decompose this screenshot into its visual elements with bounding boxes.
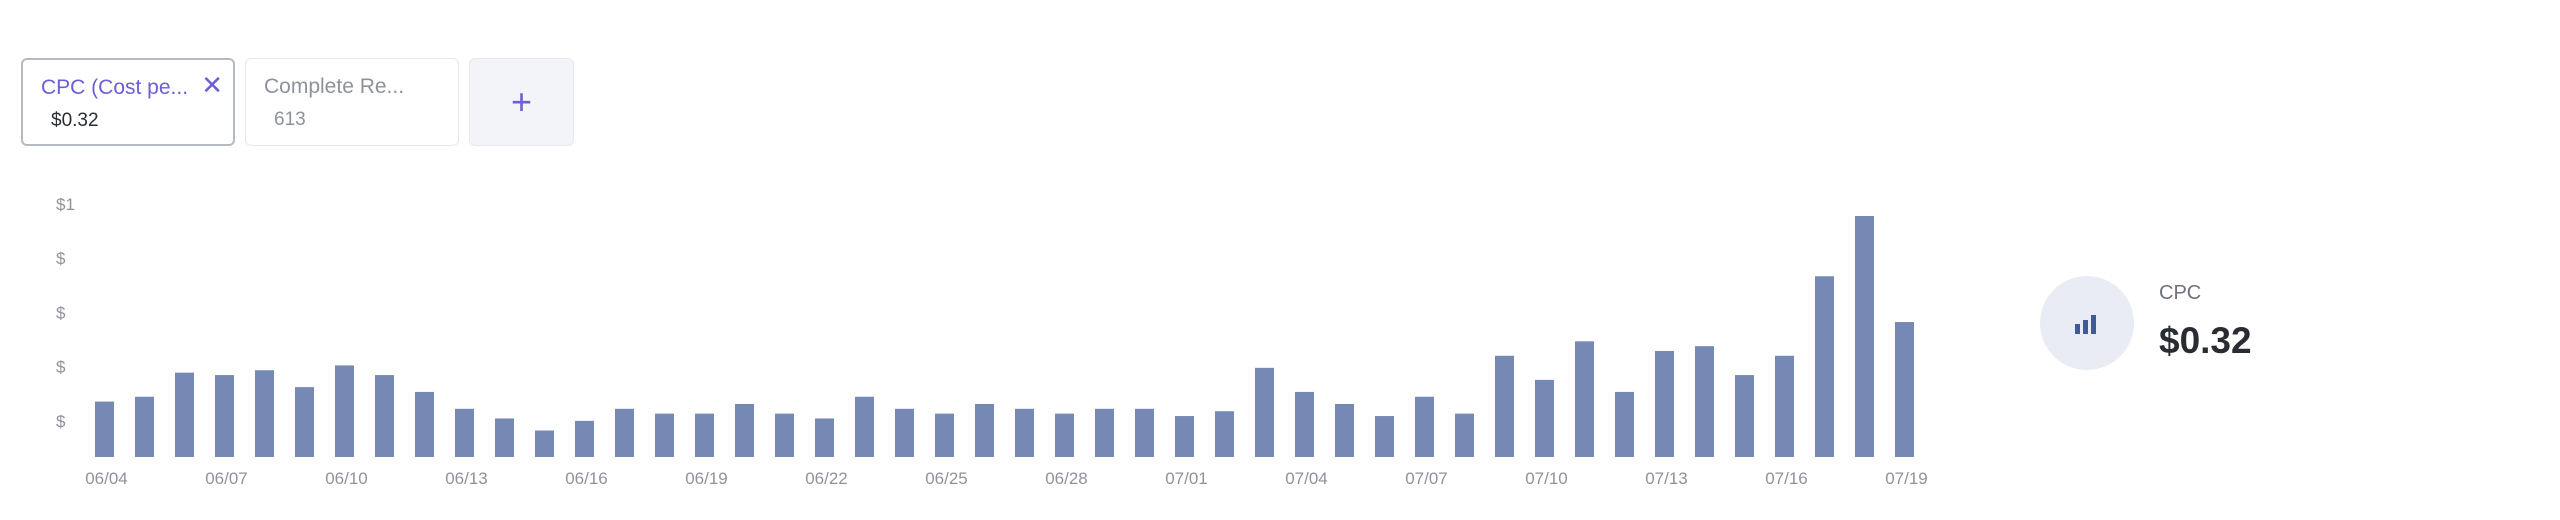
x-tick-label: 06/04 [85,469,128,488]
bar-06-09 [295,387,314,457]
bar-06-04 [95,401,114,457]
bar-07-17 [1815,276,1834,457]
metric-selector: CPC (Cost pe... ✕ $0.32 Complete Re... 6… [21,58,574,146]
bar-07-18 [1855,216,1874,457]
x-tick-label: 07/13 [1645,469,1688,488]
bar-06-14 [495,418,514,457]
bar-06-22 [815,418,834,457]
bar-06-08 [255,370,274,457]
bar-06-30 [1135,408,1154,457]
bar-07-09 [1495,355,1514,457]
bar-06-21 [775,413,794,457]
metric-card-value: $0.32 [51,110,99,131]
close-icon[interactable]: ✕ [201,72,223,98]
y-tick-label: $ [56,249,66,268]
bar-06-19 [695,413,714,457]
bar-chart: $1 $ $ $ $06/04 06/07 06/10 06/13 06/16 06/19 06/2… [56,195,1928,488]
x-tick-label: 06/10 [325,469,368,488]
bar-07-07 [1415,396,1434,457]
bar-06-29 [1095,408,1114,457]
x-tick-label: 07/10 [1525,469,1568,488]
bar-07-08 [1455,413,1474,457]
bar-06-06 [175,372,194,457]
bar-07-19 [1895,322,1914,457]
bar-06-25 [935,413,954,457]
bar-07-03 [1255,367,1274,457]
metric-card-cpc[interactable]: CPC (Cost pe... ✕ $0.32 [21,58,235,146]
bar-07-14 [1695,346,1714,457]
x-tick-label: 07/04 [1285,469,1328,488]
y-tick-label: $ [56,303,66,322]
bar-07-12 [1615,391,1634,457]
x-tick-label: 06/19 [685,469,728,488]
bar-06-27 [1015,408,1034,457]
bar-07-06 [1375,416,1394,457]
x-tick-label: 07/01 [1165,469,1208,488]
y-tick-label: $1 [56,195,75,214]
bar-07-01 [1175,416,1194,457]
bar-06-11 [375,375,394,457]
x-tick-label: 07/19 [1885,469,1928,488]
y-tick-label: $ [56,412,66,431]
metric-card-value: 613 [274,109,306,130]
summary-value: $0.32 [2159,320,2252,361]
bar-06-16 [575,420,594,457]
bar-06-12 [415,391,434,457]
bar-07-04 [1295,391,1314,457]
x-tick-label: 06/13 [445,469,488,488]
bar-06-10 [335,365,354,457]
bar-06-13 [455,408,474,457]
x-tick-label: 06/25 [925,469,968,488]
x-tick-label: 07/16 [1765,469,1808,488]
bar-07-02 [1215,411,1234,457]
plus-icon: + [510,81,533,122]
bar-06-07 [215,375,234,457]
bar-06-15 [535,430,554,457]
bar-06-20 [735,403,754,457]
bar-07-10 [1535,379,1554,457]
x-tick-label: 06/28 [1045,469,1088,488]
x-tick-label: 06/07 [205,469,248,488]
bar-07-16 [1775,355,1794,457]
x-tick-label: 07/07 [1405,469,1448,488]
bar-07-15 [1735,375,1754,457]
bar-06-17 [615,408,634,457]
bar-06-28 [1055,413,1074,457]
bar-07-13 [1655,350,1674,457]
x-tick-label: 06/22 [805,469,848,488]
bar-chart-icon [2040,276,2134,370]
add-metric-button[interactable]: + [469,58,574,146]
metric-card-label: Complete Re... [264,75,405,98]
bar-06-24 [895,408,914,457]
bar-07-05 [1335,403,1354,457]
metric-card-label: CPC (Cost pe... [41,76,189,99]
bar-07-11 [1575,341,1594,457]
metric-card-complete-registration[interactable]: Complete Re... 613 [245,58,459,146]
y-tick-label: $ [56,358,66,377]
summary-label: CPC [2159,282,2202,304]
bar-06-05 [135,396,154,457]
x-tick-label: 06/16 [565,469,608,488]
bar-06-18 [655,413,674,457]
bar-06-26 [975,403,994,457]
bar-06-23 [855,396,874,457]
